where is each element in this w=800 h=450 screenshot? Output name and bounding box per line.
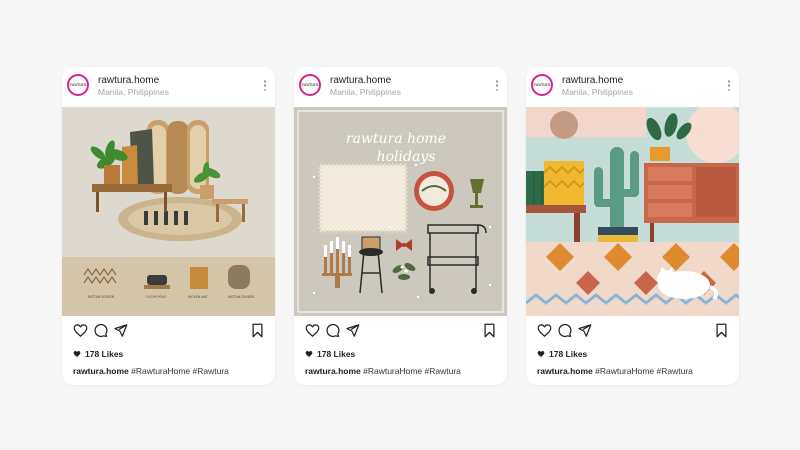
post-card: rawtura rawtura.home Manila, Philippines: [62, 67, 275, 385]
avatar[interactable]: rawtura: [299, 74, 321, 96]
post-header: rawtura rawtura.home Manila, Philippines: [526, 67, 739, 107]
caption: rawtura.home #RawturaHome #Rawtura: [305, 366, 461, 376]
avatar-logo-text: rawtura: [301, 82, 319, 88]
product-label: RATTAN SCREEN: [88, 295, 115, 299]
image-subtitle: holidays: [377, 149, 436, 165]
more-vertical-icon[interactable]: [495, 80, 499, 94]
username[interactable]: rawtura.home: [562, 75, 623, 86]
bookmark-icon[interactable]: [714, 323, 729, 338]
post-actions: [294, 323, 507, 339]
bookmark-icon[interactable]: [250, 323, 265, 338]
product-label: RATTAN DIVIDER: [228, 295, 255, 299]
username[interactable]: rawtura.home: [98, 75, 159, 86]
more-vertical-icon[interactable]: [263, 80, 267, 94]
avatar-logo-text: rawtura: [533, 82, 551, 88]
more-vertical-icon[interactable]: [727, 80, 731, 94]
avatar-logo-text: rawtura: [69, 82, 87, 88]
location[interactable]: Manila, Philippines: [330, 87, 401, 97]
post-header: rawtura rawtura.home Manila, Philippines: [294, 67, 507, 107]
likes-count[interactable]: 178 Likes: [73, 349, 123, 359]
location[interactable]: Manila, Philippines: [562, 87, 633, 97]
post-image[interactable]: [526, 107, 739, 316]
likes-text: 178 Likes: [317, 349, 356, 359]
caption: rawtura.home #RawturaHome #Rawtura: [73, 366, 229, 376]
post-image[interactable]: RATTAN SCREEN FLOOR POUF WOVEN MAT RATTA…: [62, 107, 275, 316]
send-icon[interactable]: [345, 323, 360, 338]
heart-icon[interactable]: [537, 323, 552, 338]
send-icon[interactable]: [577, 323, 592, 338]
comment-icon[interactable]: [325, 323, 340, 338]
likes-text: 178 Likes: [85, 349, 124, 359]
image-title: rawtura home: [346, 131, 446, 147]
location[interactable]: Manila, Philippines: [98, 87, 169, 97]
post-image[interactable]: rawtura home holidays: [294, 107, 507, 316]
product-label: FLOOR POUF: [146, 295, 167, 299]
caption-text: #RawturaHome #Rawtura: [128, 366, 229, 376]
send-icon[interactable]: [113, 323, 128, 338]
post-card: rawtura rawtura.home Manila, Philippines…: [294, 67, 507, 385]
heart-icon: [537, 351, 545, 357]
comment-icon[interactable]: [93, 323, 108, 338]
likes-text: 178 Likes: [549, 349, 588, 359]
heart-icon[interactable]: [73, 323, 88, 338]
caption-username[interactable]: rawtura.home: [73, 366, 129, 376]
heart-icon: [305, 351, 313, 357]
post-header: rawtura rawtura.home Manila, Philippines: [62, 67, 275, 107]
likes-count[interactable]: 178 Likes: [537, 349, 587, 359]
caption-username[interactable]: rawtura.home: [305, 366, 361, 376]
post-actions: [62, 323, 275, 339]
comment-icon[interactable]: [557, 323, 572, 338]
caption: rawtura.home #RawturaHome #Rawtura: [537, 366, 693, 376]
product-label: WOVEN MAT: [188, 295, 208, 299]
username[interactable]: rawtura.home: [330, 75, 391, 86]
likes-count[interactable]: 178 Likes: [305, 349, 355, 359]
heart-icon[interactable]: [305, 323, 320, 338]
post-actions: [526, 323, 739, 339]
heart-icon: [73, 351, 81, 357]
bookmark-icon[interactable]: [482, 323, 497, 338]
caption-username[interactable]: rawtura.home: [537, 366, 593, 376]
avatar[interactable]: rawtura: [67, 74, 89, 96]
avatar[interactable]: rawtura: [531, 74, 553, 96]
post-card: rawtura rawtura.home Manila, Philippines: [526, 67, 739, 385]
caption-text: #RawturaHome #Rawtura: [592, 366, 693, 376]
caption-text: #RawturaHome #Rawtura: [360, 366, 461, 376]
